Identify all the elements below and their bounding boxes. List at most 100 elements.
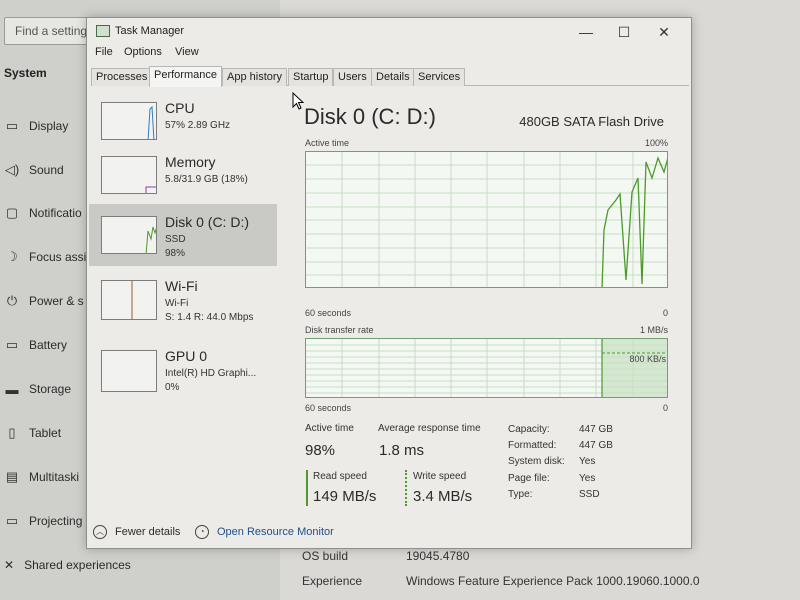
capacity-label: Capacity: bbox=[508, 424, 550, 435]
active-time-graph bbox=[305, 151, 668, 288]
transfer-span-label: 60 seconds bbox=[305, 403, 352, 413]
tab-services[interactable]: Services bbox=[413, 68, 466, 86]
settings-nav-sound[interactable]: ◁) Sound bbox=[0, 158, 90, 182]
resource-title: Wi-Fi bbox=[165, 278, 198, 294]
settings-search-input[interactable]: Find a setting bbox=[4, 17, 96, 45]
disk-title: Disk 0 (C: D:) bbox=[304, 104, 436, 129]
page-file-value: Yes bbox=[579, 473, 596, 484]
cpu-thumbnail-graph bbox=[101, 102, 157, 140]
nav-label: Display bbox=[29, 119, 69, 133]
settings-nav-notifications[interactable]: ▢ Notificatio bbox=[0, 201, 90, 225]
fewer-details-button[interactable]: ︿ Fewer details bbox=[93, 525, 180, 539]
minimize-button[interactable]: — bbox=[571, 22, 601, 42]
task-manager-icon bbox=[96, 25, 110, 37]
tab-processes[interactable]: Processes bbox=[91, 68, 153, 86]
settings-nav-shared-experiences[interactable]: ✕ Shared experiences bbox=[4, 558, 131, 572]
active-time-graph-svg bbox=[306, 152, 667, 287]
tab-bar: Processes Performance App history Startu… bbox=[91, 66, 689, 87]
experience-label: Experience bbox=[302, 574, 363, 588]
resource-title: CPU bbox=[165, 100, 195, 116]
formatted-label: Formatted: bbox=[508, 440, 557, 451]
open-resource-monitor-label: Open Resource Monitor bbox=[217, 526, 334, 538]
nav-label: Notificatio bbox=[29, 206, 82, 220]
open-resource-monitor-link[interactable]: ◔ Open Resource Monitor bbox=[195, 525, 334, 539]
nav-label: Shared experiences bbox=[24, 558, 131, 572]
nav-label: Projecting bbox=[29, 514, 83, 528]
focus-assist-icon: ☽ bbox=[6, 249, 18, 264]
transfer-rate-graph-svg bbox=[306, 339, 667, 397]
menu-options[interactable]: Options bbox=[124, 46, 162, 58]
transfer-zero-label: 0 bbox=[662, 403, 668, 413]
nav-label: Multitaski bbox=[29, 470, 80, 484]
menu-view[interactable]: View bbox=[175, 46, 199, 58]
resource-title: Disk 0 (C: D:) bbox=[165, 214, 249, 230]
active-time-graph-label: Active time bbox=[305, 138, 350, 148]
close-button[interactable]: ✕ bbox=[649, 22, 679, 42]
notification-icon: ▢ bbox=[5, 205, 19, 220]
write-speed-value: 3.4 MB/s bbox=[413, 488, 473, 505]
menu-file[interactable]: File bbox=[95, 46, 113, 58]
wifi-thumbnail-graph bbox=[101, 280, 157, 320]
type-label: Type: bbox=[508, 489, 533, 500]
avg-response-value: 1.8 ms bbox=[379, 442, 425, 459]
read-speed-indicator bbox=[306, 470, 308, 506]
active-time-span-label: 60 seconds bbox=[305, 308, 352, 318]
capacity-value: 447 GB bbox=[579, 424, 613, 435]
resource-disk-0[interactable]: Disk 0 (C: D:) SSD 98% bbox=[89, 204, 277, 266]
nav-label: Sound bbox=[29, 163, 64, 177]
read-speed-value: 149 MB/s bbox=[313, 488, 377, 505]
title-bar[interactable]: Task Manager — ☐ ✕ bbox=[87, 18, 691, 46]
display-icon: ▭ bbox=[5, 118, 19, 133]
tab-performance[interactable]: Performance bbox=[149, 66, 222, 87]
maximize-button[interactable]: ☐ bbox=[609, 22, 639, 42]
resource-usage: 0% bbox=[165, 382, 180, 393]
nav-label: Storage bbox=[29, 382, 72, 396]
storage-icon: ▬ bbox=[5, 381, 19, 397]
type-value: SSD bbox=[579, 489, 600, 500]
os-build-value: 19045.4780 bbox=[406, 549, 470, 563]
resource-subtitle: SSD bbox=[165, 234, 186, 245]
window-title: Task Manager bbox=[115, 25, 185, 37]
transfer-rate-graph bbox=[305, 338, 668, 398]
gpu-thumbnail-graph bbox=[101, 350, 157, 392]
settings-nav-display[interactable]: ▭ Display bbox=[0, 114, 90, 138]
nav-label: Tablet bbox=[29, 426, 62, 440]
multitasking-icon: ▤ bbox=[5, 469, 19, 484]
resource-sidebar: CPU 57% 2.89 GHz Memory 5.8/31.9 GB (18%… bbox=[89, 90, 277, 510]
resource-subtitle: 5.8/31.9 GB (18%) bbox=[165, 174, 248, 185]
fewer-details-label: Fewer details bbox=[115, 526, 181, 538]
settings-nav-battery[interactable]: ▭ Battery bbox=[0, 333, 90, 357]
nav-label: Focus assi bbox=[29, 250, 87, 264]
tab-startup[interactable]: Startup bbox=[288, 68, 334, 86]
task-manager-footer: ︿ Fewer details ◔ Open Resource Monitor bbox=[87, 518, 691, 548]
write-speed-label: Write speed bbox=[413, 471, 467, 482]
settings-nav-tablet[interactable]: ▯ Tablet bbox=[0, 421, 90, 445]
menu-bar: File Options View bbox=[87, 45, 691, 63]
resource-cpu[interactable]: CPU 57% 2.89 GHz bbox=[89, 90, 277, 152]
sound-icon: ◁) bbox=[4, 162, 20, 177]
shared-experiences-icon: ✕ bbox=[4, 558, 15, 572]
resource-subtitle: 57% 2.89 GHz bbox=[165, 120, 231, 131]
active-time-max-label: 100% bbox=[644, 138, 668, 148]
tab-users[interactable]: Users bbox=[333, 68, 372, 86]
resource-title: GPU 0 bbox=[165, 348, 208, 364]
tab-details[interactable]: Details bbox=[371, 68, 415, 86]
resource-monitor-icon: ◔ bbox=[195, 525, 209, 539]
settings-nav-multitasking[interactable]: ▤ Multitaski bbox=[0, 465, 90, 489]
transfer-rate-graph-label: Disk transfer rate bbox=[305, 325, 374, 335]
settings-nav-power[interactable]: ⏻ Power & s bbox=[0, 289, 90, 313]
resource-wifi[interactable]: Wi-Fi Wi-Fi S: 1.4 R: 44.0 Mbps bbox=[89, 268, 277, 330]
os-build-label: OS build bbox=[302, 549, 349, 563]
tab-app-history[interactable]: App history bbox=[222, 68, 288, 86]
resource-memory[interactable]: Memory 5.8/31.9 GB (18%) bbox=[89, 144, 277, 206]
settings-nav-projecting[interactable]: ▭ Projecting bbox=[0, 509, 90, 533]
active-time-stat-label: Active time bbox=[305, 423, 354, 434]
settings-nav-focus-assist[interactable]: ☽ Focus assi bbox=[0, 245, 90, 269]
power-icon: ⏻ bbox=[6, 293, 18, 308]
settings-nav-storage[interactable]: ▬ Storage bbox=[0, 377, 90, 401]
transfer-rate-max-label: 1 MB/s bbox=[639, 325, 668, 335]
formatted-value: 447 GB bbox=[579, 440, 613, 451]
resource-subtitle: Intel(R) HD Graphi... bbox=[165, 368, 257, 379]
resource-gpu-0[interactable]: GPU 0 Intel(R) HD Graphi... 0% bbox=[89, 338, 277, 400]
resource-title: Memory bbox=[165, 154, 216, 170]
